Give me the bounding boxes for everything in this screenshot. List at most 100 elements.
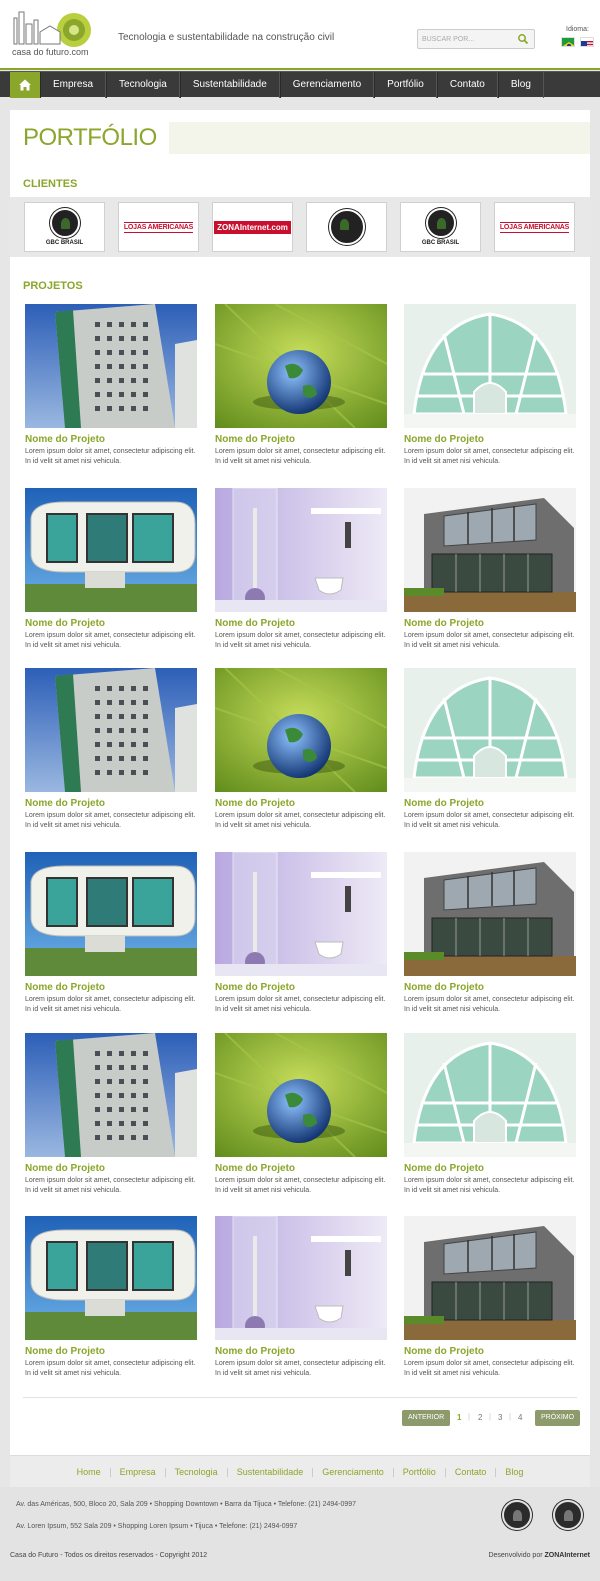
project-image[interactable] — [25, 852, 197, 976]
project-name[interactable]: Nome do Projeto — [25, 1163, 197, 1174]
project-card[interactable]: Nome do Projeto Lorem ipsum dolor sit ame… — [404, 1216, 576, 1379]
project-description: Lorem ipsum dolor sit amet, consectetur … — [25, 1360, 196, 1377]
project-card[interactable]: Nome do Projeto Lorem ipsum dolor sit ame… — [25, 1216, 197, 1379]
project-name[interactable]: Nome do Projeto — [25, 982, 197, 993]
client-logo[interactable]: GBC BRASIL — [400, 202, 481, 252]
project-card[interactable]: Nome do Projeto Lorem ipsum dolor sit ame… — [215, 1033, 387, 1196]
footer-link-home[interactable]: Home — [68, 1467, 111, 1477]
footer-link-gerenciamento[interactable]: Gerenciamento — [313, 1467, 394, 1477]
project-name[interactable]: Nome do Projeto — [215, 618, 387, 629]
page-1-link[interactable]: 1 — [457, 1413, 461, 1422]
project-name[interactable]: Nome do Projeto — [404, 798, 576, 809]
project-name[interactable]: Nome do Projeto — [215, 982, 387, 993]
project-name[interactable]: Nome do Projeto — [404, 618, 576, 629]
project-name[interactable]: Nome do Projeto — [25, 1346, 197, 1357]
project-description: Lorem ipsum dolor sit amet, consectetur … — [215, 996, 386, 1013]
project-image[interactable] — [404, 1216, 576, 1340]
project-image[interactable] — [404, 304, 576, 428]
project-name[interactable]: Nome do Projeto — [25, 434, 197, 445]
project-card[interactable]: Nome do Projeto Lorem ipsum dolor sit ame… — [215, 304, 387, 467]
tagline: Tecnologia e sustentabilidade na constru… — [118, 32, 335, 43]
project-name[interactable]: Nome do Projeto — [215, 434, 387, 445]
client-logo[interactable]: LOJAS AMERICANAS — [494, 202, 575, 252]
footer-link-blog[interactable]: Blog — [496, 1467, 532, 1477]
usgbc-seal-icon — [553, 1500, 583, 1530]
flag-usa-icon[interactable] — [580, 37, 594, 47]
nav-item-empresa[interactable]: Empresa — [40, 72, 107, 98]
project-image[interactable] — [25, 488, 197, 612]
project-card[interactable]: Nome do Projeto Lorem ipsum dolor sit ame… — [215, 1216, 387, 1379]
project-card[interactable]: Nome do Projeto Lorem ipsum dolor sit ame… — [25, 668, 197, 831]
footer-link-contato[interactable]: Contato — [446, 1467, 497, 1477]
nav-item-gerenciamento[interactable]: Gerenciamento — [279, 72, 375, 98]
nav-item-tecnologia[interactable]: Tecnologia — [106, 72, 180, 98]
gbc-seal-icon — [49, 208, 80, 238]
home-icon — [19, 79, 31, 91]
page-3-link[interactable]: 3 — [498, 1413, 502, 1422]
client-label: ZONAInternet.com — [214, 220, 291, 234]
footer-link-portfolio[interactable]: Portfólio — [394, 1467, 446, 1477]
client-logo[interactable]: ZONAInternet.com — [212, 202, 293, 252]
project-name[interactable]: Nome do Projeto — [25, 798, 197, 809]
project-card[interactable]: Nome do Projeto Lorem ipsum dolor sit ame… — [404, 852, 576, 1015]
project-card[interactable]: Nome do Projeto Lorem ipsum dolor sit ame… — [25, 488, 197, 651]
logo[interactable]: casa do futuro.com — [10, 10, 98, 60]
client-logo[interactable]: GBC BRASIL — [24, 202, 105, 252]
project-name[interactable]: Nome do Projeto — [404, 982, 576, 993]
project-card[interactable]: Nome do Projeto Lorem ipsum dolor sit ame… — [215, 852, 387, 1015]
project-image[interactable] — [404, 668, 576, 792]
nav-item-sustentabilidade[interactable]: Sustentabilidade — [179, 72, 280, 98]
next-page-button[interactable]: PRÓXIMO — [535, 1410, 581, 1426]
project-name[interactable]: Nome do Projeto — [215, 1346, 387, 1357]
project-image[interactable] — [404, 1033, 576, 1157]
project-card[interactable]: Nome do Projeto Lorem ipsum dolor sit ame… — [215, 488, 387, 651]
project-card[interactable]: Nome do Projeto Lorem ipsum dolor sit ame… — [215, 668, 387, 831]
project-name[interactable]: Nome do Projeto — [404, 1346, 576, 1357]
project-card[interactable]: Nome do Projeto Lorem ipsum dolor sit ame… — [25, 1033, 197, 1196]
nav-home-button[interactable] — [10, 72, 40, 98]
project-card[interactable]: Nome do Projeto Lorem ipsum dolor sit ame… — [404, 668, 576, 831]
project-image[interactable] — [25, 668, 197, 792]
project-image[interactable] — [25, 1033, 197, 1157]
client-logo[interactable] — [306, 202, 387, 252]
project-image[interactable] — [215, 852, 387, 976]
nav-item-blog[interactable]: Blog — [497, 72, 544, 98]
project-name[interactable]: Nome do Projeto — [215, 798, 387, 809]
developer-link[interactable]: ZONAInternet — [545, 1552, 591, 1559]
prev-page-button[interactable]: ANTERIOR — [402, 1410, 451, 1426]
project-description: Lorem ipsum dolor sit amet, consectetur … — [404, 1360, 575, 1377]
developer-credit: Desenvolvido por ZONAInternet — [488, 1552, 590, 1559]
site-footer: Av. das Américas, 500, Bloco 20, Sala 20… — [0, 1487, 600, 1581]
project-image[interactable] — [215, 488, 387, 612]
client-logo[interactable]: LOJAS AMERICANAS — [118, 202, 199, 252]
project-name[interactable]: Nome do Projeto — [25, 618, 197, 629]
project-image[interactable] — [215, 668, 387, 792]
project-card[interactable]: Nome do Projeto Lorem ipsum dolor sit ame… — [404, 1033, 576, 1196]
footer-link-empresa[interactable]: Empresa — [111, 1467, 166, 1477]
project-image[interactable] — [25, 1216, 197, 1340]
project-card[interactable]: Nome do Projeto Lorem ipsum dolor sit ame… — [404, 304, 576, 467]
project-name[interactable]: Nome do Projeto — [404, 434, 576, 445]
project-image[interactable] — [25, 304, 197, 428]
project-card[interactable]: Nome do Projeto Lorem ipsum dolor sit ame… — [25, 304, 197, 467]
footer-link-tecnologia[interactable]: Tecnologia — [166, 1467, 228, 1477]
project-image[interactable] — [404, 488, 576, 612]
footer-link-sustentabilidade[interactable]: Sustentabilidade — [228, 1467, 314, 1477]
project-description: Lorem ipsum dolor sit amet, consectetur … — [215, 632, 386, 649]
project-name[interactable]: Nome do Projeto — [215, 1163, 387, 1174]
project-card[interactable]: Nome do Projeto Lorem ipsum dolor sit ame… — [404, 488, 576, 651]
search-input[interactable] — [422, 32, 517, 47]
search-icon[interactable] — [517, 33, 529, 45]
nav-item-portfolio[interactable]: Portfólio — [374, 72, 437, 98]
project-description: Lorem ipsum dolor sit amet, consectetur … — [215, 448, 386, 465]
flag-brazil-icon[interactable] — [561, 37, 575, 47]
project-image[interactable] — [404, 852, 576, 976]
project-image[interactable] — [215, 1216, 387, 1340]
page-4-link[interactable]: 4 — [518, 1413, 522, 1422]
nav-item-contato[interactable]: Contato — [436, 72, 498, 98]
project-image[interactable] — [215, 304, 387, 428]
project-image[interactable] — [215, 1033, 387, 1157]
page-2-link[interactable]: 2 — [478, 1413, 482, 1422]
project-card[interactable]: Nome do Projeto Lorem ipsum dolor sit ame… — [25, 852, 197, 1015]
project-name[interactable]: Nome do Projeto — [404, 1163, 576, 1174]
